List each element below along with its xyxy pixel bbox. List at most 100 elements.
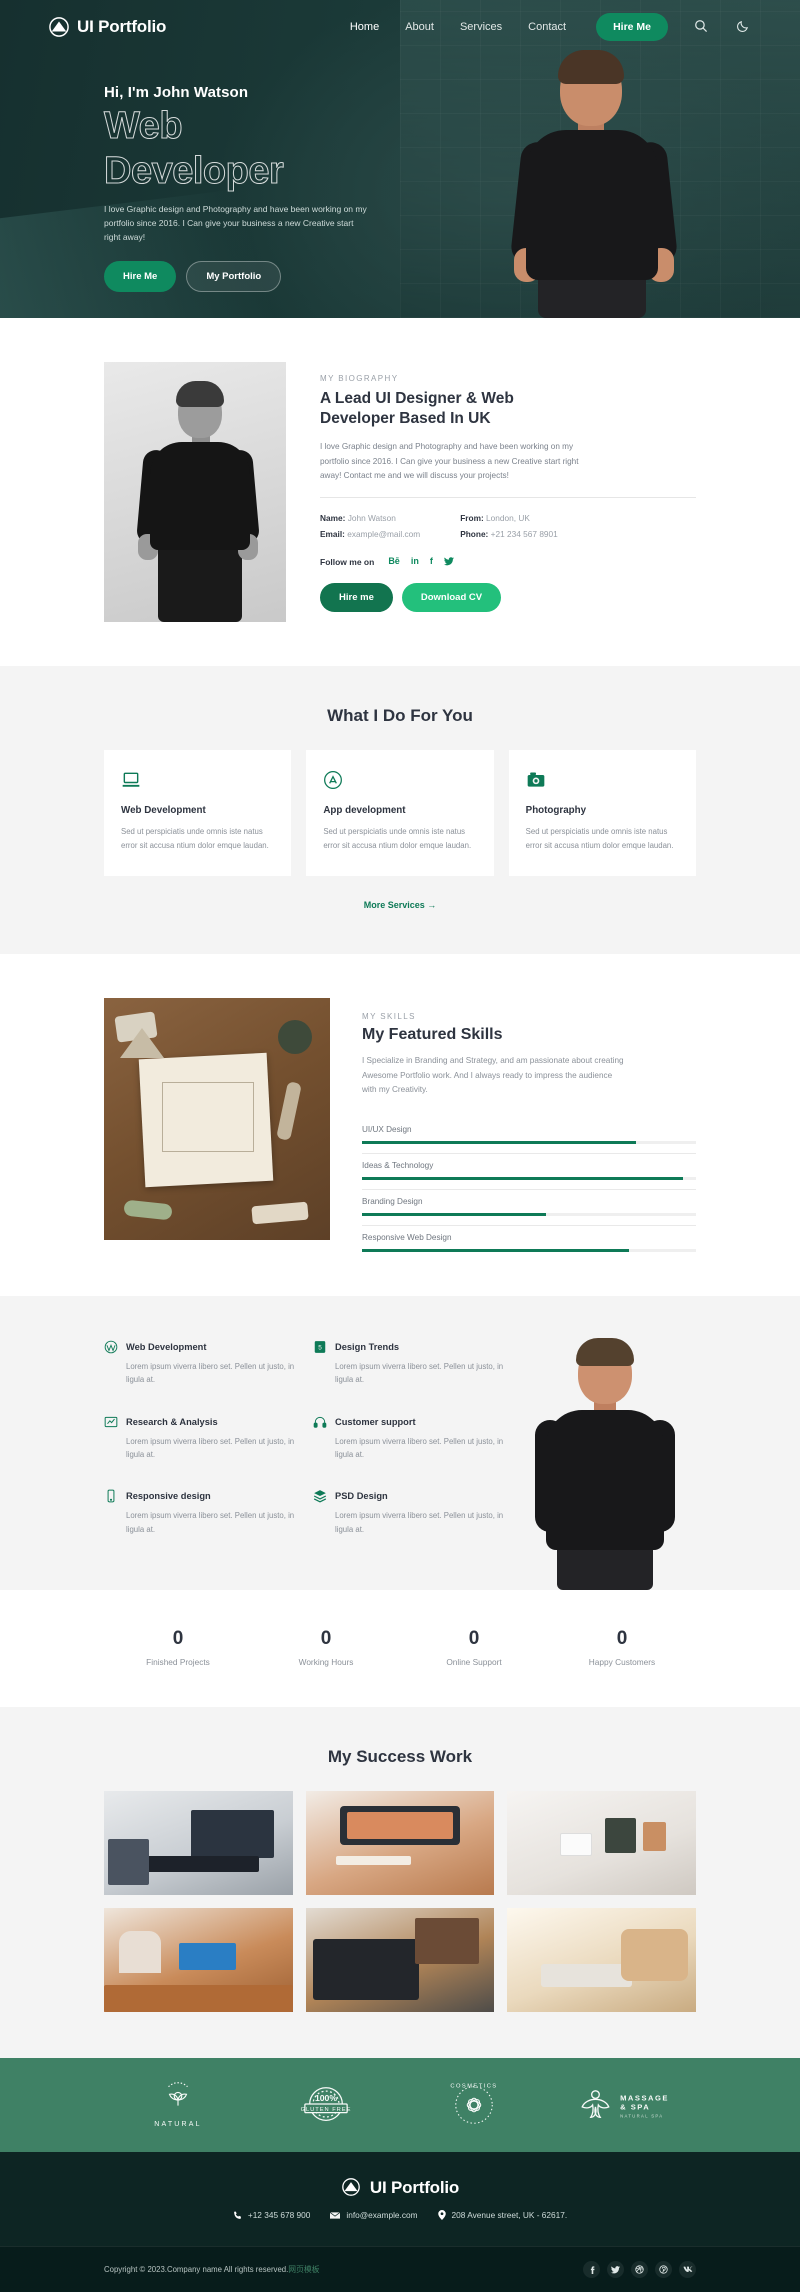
- facebook-icon[interactable]: f: [430, 557, 433, 566]
- badge-label: NATURAL: [154, 2121, 202, 2129]
- moon-icon[interactable]: [736, 19, 752, 35]
- nav-item-home[interactable]: Home: [350, 21, 379, 33]
- service-card[interactable]: App development Sed ut perspiciatis unde…: [306, 750, 494, 877]
- nav-hire-me-button[interactable]: Hire Me: [596, 13, 668, 41]
- brand-name: UI Portfolio: [77, 17, 167, 36]
- cosmetics-flower-badge: COSMETICS: [449, 2081, 499, 2129]
- feature-title: Responsive design: [126, 1491, 211, 1502]
- portfolio-item[interactable]: [104, 1791, 293, 1896]
- portfolio-section: My Success Work: [0, 1707, 800, 2059]
- portfolio-item[interactable]: [507, 1791, 696, 1896]
- envelope-icon: [330, 2211, 341, 2220]
- dribbble-icon[interactable]: [631, 2261, 648, 2279]
- footer-brand-name: UI Portfolio: [369, 2178, 460, 2198]
- location-pin-icon: [437, 2210, 446, 2221]
- behance-icon[interactable]: Bē: [388, 557, 400, 566]
- portfolio-grid: [104, 1791, 696, 2013]
- biography-hire-me-button[interactable]: Hire me: [320, 582, 393, 612]
- biography-buttons: Hire me Download CV: [320, 582, 696, 612]
- counters-section: 0 Finished Projects 0 Working Hours 0 On…: [0, 1590, 800, 1708]
- skill-bars: UI/UX Design Ideas & Technology Branding…: [362, 1118, 696, 1253]
- feature-text: Lorem ipsum viverra libero set. Pellen u…: [335, 1362, 504, 1385]
- service-card[interactable]: Photography Sed ut perspiciatis unde omn…: [508, 750, 696, 877]
- service-title: App development: [323, 805, 406, 816]
- download-cv-button[interactable]: Download CV: [401, 582, 502, 612]
- vk-icon[interactable]: [679, 2261, 696, 2279]
- portfolio-item[interactable]: [305, 1791, 495, 1896]
- footer-brand[interactable]: UI Portfolio: [104, 2178, 696, 2198]
- fact-label-from: From:: [460, 513, 484, 524]
- skills-section: MY SKILLS My Featured Skills I Specializ…: [0, 954, 800, 1297]
- skills-paragraph: I Specialize in Branding and Strategy, a…: [362, 1056, 624, 1095]
- phone-icon: [233, 2211, 242, 2220]
- fact-value-from: London, UK: [486, 513, 530, 524]
- services-title: What I Do For You: [327, 706, 473, 725]
- skill-bar: UI/UX Design: [362, 1118, 696, 1145]
- features-grid: Web Development Lorem ipsum viverra libe…: [104, 1340, 504, 1590]
- fact-label-name: Name:: [320, 513, 346, 524]
- feature-title: Design Trends: [335, 1342, 400, 1353]
- brand-logo[interactable]: UI Portfolio: [48, 17, 166, 37]
- more-services-link[interactable]: More Services →: [104, 900, 696, 910]
- skill-track: [362, 1213, 696, 1217]
- nav-item-services[interactable]: Services: [460, 21, 502, 33]
- skill-fill: [362, 1213, 546, 1217]
- service-text: Sed ut perspiciatis unde omnis iste natu…: [323, 827, 472, 850]
- nav-item-contact[interactable]: Contact: [528, 21, 566, 33]
- copyright-link[interactable]: 网页模板: [288, 2265, 319, 2274]
- camera-icon: [526, 770, 679, 790]
- massage-spa-badge: MASSAGE & SPA NATURAL SPA: [574, 2087, 670, 2123]
- footer-contact: +12 345 678 900 info@example.com 208 Ave…: [104, 2210, 696, 2246]
- portfolio-item[interactable]: [305, 1908, 495, 2013]
- footer-phone[interactable]: +12 345 678 900: [233, 2210, 310, 2220]
- biography-facts-right: From: London, UK Phone: +21 234 567 8901: [460, 510, 558, 542]
- hero-title-line2: Developer: [104, 149, 285, 192]
- footer-email-text: info@example.com: [346, 2210, 418, 2221]
- hero-my-portfolio-button[interactable]: My Portfolio: [186, 261, 282, 293]
- skill-track: [362, 1141, 696, 1145]
- portfolio-item[interactable]: [104, 1908, 293, 2013]
- skill-bar: Responsive Web Design: [362, 1225, 696, 1253]
- search-icon[interactable]: [694, 19, 710, 35]
- skills-heading: My Featured Skills: [362, 1026, 503, 1044]
- skill-fill: [362, 1141, 636, 1145]
- nav-links: Home About Services Contact Hire Me: [350, 13, 752, 41]
- biography-facts-left: Name: John Watson Email: example@mail.co…: [320, 510, 420, 542]
- skill-bar: Branding Design: [362, 1189, 696, 1217]
- skill-track: [362, 1177, 696, 1181]
- hero-section: UI Portfolio Home About Services Contact…: [0, 0, 800, 318]
- skill-label: UI/UX Design: [362, 1125, 412, 1135]
- biography-heading: A Lead UI Designer & Web Developer Based…: [320, 390, 514, 428]
- biography-content: MY BIOGRAPHY A Lead UI Designer & Web De…: [320, 362, 696, 622]
- footer-address-text: 208 Avenue street, UK - 62617.: [451, 2210, 568, 2221]
- portfolio-item[interactable]: [507, 1908, 696, 2013]
- services-grid: Web Development Sed ut perspiciatis unde…: [104, 750, 696, 877]
- footer-email[interactable]: info@example.com: [330, 2210, 418, 2221]
- service-card[interactable]: Web Development Sed ut perspiciatis unde…: [104, 750, 292, 877]
- feature-title: Web Development: [126, 1342, 207, 1353]
- nav-item-about[interactable]: About: [405, 21, 434, 33]
- biography-eyebrow: MY BIOGRAPHY: [320, 374, 399, 383]
- hero-hire-me-button[interactable]: Hire Me: [104, 261, 177, 293]
- svg-text:COSMETICS: COSMETICS: [450, 2084, 497, 2090]
- main-navigation: UI Portfolio Home About Services Contact…: [0, 0, 800, 54]
- linkedin-icon[interactable]: in: [411, 557, 419, 566]
- feature-text: Lorem ipsum viverra libero set. Pellen u…: [335, 1511, 504, 1534]
- skill-label: Branding Design: [362, 1197, 423, 1207]
- feature-item: Web Development Lorem ipsum viverra libe…: [104, 1340, 295, 1397]
- hero-title-line1: Web: [104, 105, 184, 147]
- footer-socials: [583, 2261, 696, 2279]
- skill-bar: Ideas & Technology: [362, 1153, 696, 1181]
- twitter-icon[interactable]: [443, 557, 454, 566]
- portfolio-page: UI Portfolio Home About Services Contact…: [0, 0, 800, 2292]
- counter-number: 0: [468, 1628, 480, 1650]
- service-title: Photography: [525, 805, 587, 816]
- feature-item: PSD Design Lorem ipsum viverra libero se…: [313, 1489, 504, 1546]
- pinterest-icon[interactable]: [655, 2261, 672, 2279]
- facebook-icon[interactable]: [583, 2261, 600, 2279]
- skills-content: MY SKILLS My Featured Skills I Specializ…: [362, 998, 696, 1253]
- biography-portrait: [104, 362, 286, 622]
- skills-desk-photo: [104, 998, 330, 1241]
- fact-label-phone: Phone:: [460, 529, 489, 540]
- twitter-icon[interactable]: [607, 2261, 624, 2279]
